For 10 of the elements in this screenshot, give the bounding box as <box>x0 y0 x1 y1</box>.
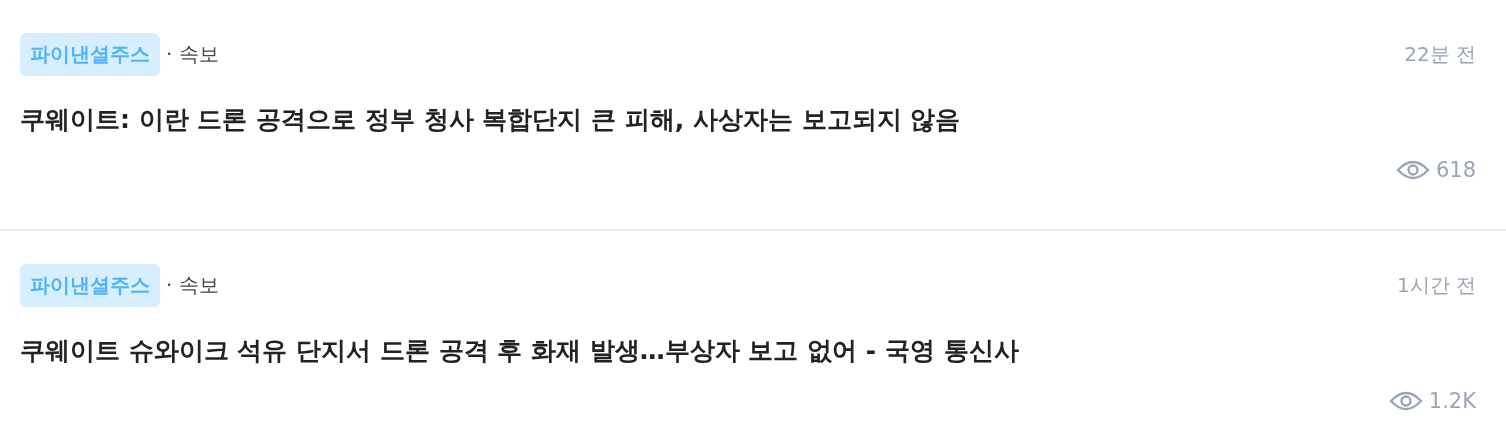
timestamp: 22분 전 <box>1404 41 1476 68</box>
category-label: · 속보 <box>166 41 219 68</box>
view-count: 618 <box>1435 158 1476 182</box>
timestamp: 1시간 전 <box>1396 272 1476 299</box>
eye-icon <box>1395 159 1430 181</box>
view-count: 1.2K <box>1428 389 1476 413</box>
headline[interactable]: 쿠웨이트: 이란 드론 공격으로 정부 청사 복합단지 큰 피해, 사상자는 보고되지 않음 <box>20 103 1476 136</box>
category-label: · 속보 <box>166 272 219 299</box>
headline[interactable]: 쿠웨이트 슈와이크 석유 단지서 드론 공격 후 화재 발생…부상자 보고 없어 - 국영 통신사 <box>20 334 1476 367</box>
eye-icon <box>1388 390 1423 412</box>
